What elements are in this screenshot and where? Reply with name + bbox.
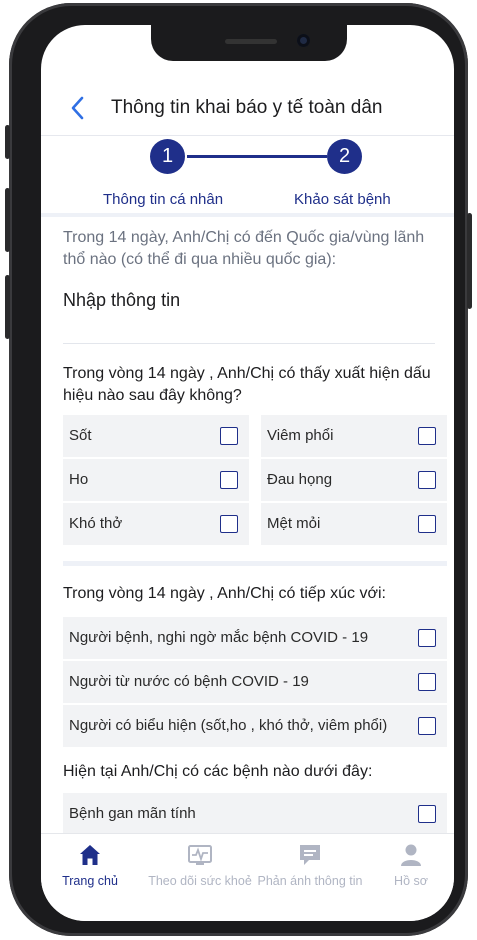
section-separator: [63, 561, 447, 566]
survey-form: Trong 14 ngày, Anh/Chị có đến Quốc gia/v…: [41, 213, 454, 837]
divider: [63, 343, 435, 344]
checkbox[interactable]: [418, 673, 436, 691]
tab-profile-label: Hồ sơ: [394, 874, 428, 888]
checkbox[interactable]: [418, 427, 436, 445]
contact-option-covid-country[interactable]: Người từ nước có bệnh COVID - 19: [63, 661, 447, 703]
power-button: [467, 213, 472, 309]
checkbox[interactable]: [418, 629, 436, 647]
profile-icon: [401, 844, 421, 866]
disease-option-chronic-liver[interactable]: Bệnh gan mãn tính: [63, 793, 447, 835]
symptoms-question: Trong vòng 14 ngày , Anh/Chị có thấy xuấ…: [63, 365, 431, 404]
volume-down-button: [5, 275, 10, 339]
chevron-left-icon: [71, 96, 84, 120]
speaker: [225, 39, 277, 44]
symptom-option-pneumonia[interactable]: Viêm phổi: [261, 415, 447, 457]
contact-label: Người có biểu hiện (sốt,ho , khó thở, vi…: [69, 717, 388, 734]
checkbox[interactable]: [220, 427, 238, 445]
phone-frame: Thông tin khai báo y tế toàn dân 1 2 Thô…: [5, 3, 472, 936]
contact-question: Trong vòng 14 ngày , Anh/Chị có tiếp xúc…: [63, 585, 386, 602]
screen: Thông tin khai báo y tế toàn dân 1 2 Thô…: [41, 25, 454, 921]
checkbox[interactable]: [418, 471, 436, 489]
front-camera: [297, 34, 310, 47]
disease-question: Hiện tại Anh/Chị có các bệnh nào dưới đâ…: [63, 763, 373, 780]
back-button[interactable]: [63, 93, 93, 123]
step-2-circle[interactable]: 2: [327, 139, 362, 174]
symptom-label: Ho: [69, 471, 89, 488]
contact-label: Người từ nước có bệnh COVID - 19: [69, 673, 309, 690]
notch: [151, 25, 347, 61]
bottom-tab-bar: Trang chủ Theo dõi sức khoẻ Phản ánh thô…: [41, 833, 454, 921]
app-header: Thông tin khai báo y tế toàn dân: [41, 85, 454, 136]
step-connector: [187, 155, 327, 158]
symptom-option-cough[interactable]: Ho: [63, 459, 249, 501]
symptom-option-sore-throat[interactable]: Đau họng: [261, 459, 447, 501]
stepper: 1 2 Thông tin cá nhân Khảo sát bệnh: [41, 135, 454, 213]
symptom-option-shortness-of-breath[interactable]: Khó thở: [63, 503, 249, 545]
countries-question: Trong 14 ngày, Anh/Chị có đến Quốc gia/v…: [63, 229, 425, 268]
tab-health-monitor-label: Theo dõi sức khoẻ: [148, 874, 252, 888]
health-monitor-icon: [188, 845, 212, 865]
tab-profile[interactable]: Hồ sơ: [381, 842, 441, 888]
page-title: Thông tin khai báo y tế toàn dân: [111, 97, 383, 118]
checkbox[interactable]: [220, 515, 238, 533]
volume-up-button: [5, 188, 10, 252]
step-1-label: Thông tin cá nhân: [103, 191, 224, 208]
step-2-label: Khảo sát bệnh: [294, 191, 391, 208]
contact-option-covid-patient[interactable]: Người bệnh, nghi ngờ mắc bệnh COVID - 19: [63, 617, 447, 659]
symptom-option-fever[interactable]: Sốt: [63, 415, 249, 457]
checkbox[interactable]: [418, 515, 436, 533]
tab-home-label: Trang chủ: [62, 874, 118, 888]
symptom-label: Đau họng: [267, 471, 333, 488]
mute-switch: [5, 125, 10, 159]
countries-input[interactable]: Nhập thông tin: [63, 290, 180, 311]
step-1-circle[interactable]: 1: [150, 139, 185, 174]
symptom-option-fatigue[interactable]: Mệt mỏi: [261, 503, 447, 545]
symptom-label: Sốt: [69, 427, 92, 444]
disease-label: Bệnh gan mãn tính: [69, 805, 196, 822]
home-icon: [80, 845, 100, 865]
symptom-label: Mệt mỏi: [267, 515, 321, 532]
symptom-label: Viêm phổi: [267, 427, 334, 444]
tab-feedback[interactable]: Phản ánh thông tin: [255, 842, 365, 888]
tab-home[interactable]: Trang chủ: [55, 842, 125, 888]
chat-icon: [300, 845, 320, 865]
checkbox[interactable]: [418, 805, 436, 823]
contact-label: Người bệnh, nghi ngờ mắc bệnh COVID - 19: [69, 629, 369, 646]
symptom-label: Khó thở: [69, 515, 123, 532]
tab-feedback-label: Phản ánh thông tin: [257, 874, 363, 888]
checkbox[interactable]: [418, 717, 436, 735]
checkbox[interactable]: [220, 471, 238, 489]
tab-health-monitor[interactable]: Theo dõi sức khoẻ: [145, 842, 255, 888]
contact-option-symptomatic[interactable]: Người có biểu hiện (sốt,ho , khó thở, vi…: [63, 705, 447, 747]
